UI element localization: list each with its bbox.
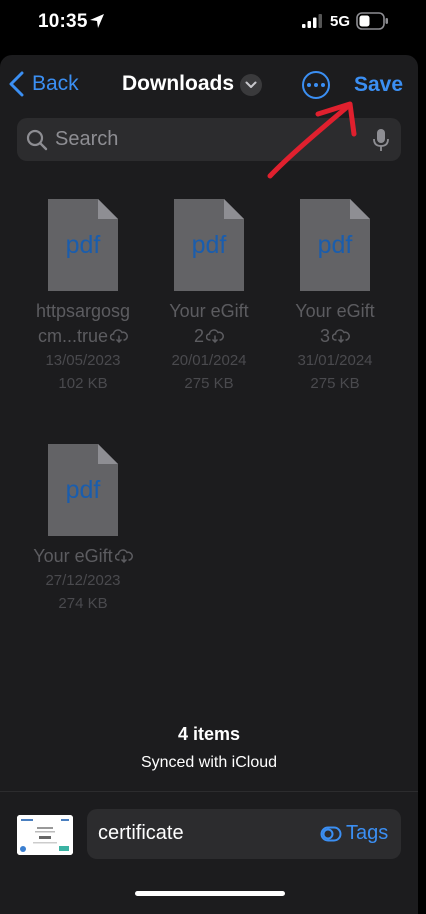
more-options-button[interactable]: [302, 71, 330, 99]
cellular-signal-icon: [302, 14, 322, 28]
file-name: httpsargosg cm...true: [35, 301, 131, 346]
icloud-download-icon: [114, 549, 133, 563]
file-date: 13/05/2023: [45, 352, 121, 369]
document-thumbnail: [17, 815, 73, 855]
file-name: Your eGift: [23, 544, 143, 569]
status-time: 10:35: [38, 11, 88, 32]
battery-icon: [356, 12, 388, 30]
file-size: 275 KB: [310, 375, 360, 392]
tags-button[interactable]: Tags: [320, 822, 388, 845]
network-type: 5G: [330, 13, 351, 30]
pdf-label: pdf: [317, 231, 353, 259]
pdf-label: pdf: [65, 231, 101, 259]
file-item[interactable]: pdf Your eGift 2 20/01/2024 275 KB: [149, 199, 269, 395]
folder-title[interactable]: Downloads: [122, 72, 234, 96]
filename-field[interactable]: Tags: [87, 809, 401, 859]
file-size: 274 KB: [58, 595, 108, 612]
folder-menu-button[interactable]: [240, 74, 262, 96]
chevron-left-icon: [9, 71, 24, 97]
file-date: 31/01/2024: [297, 352, 373, 369]
ellipsis-icon: [307, 83, 311, 87]
search-bar[interactable]: [17, 118, 401, 161]
pdf-file-icon: pdf: [300, 199, 370, 291]
tags-icon: [320, 826, 342, 841]
microphone-icon[interactable]: [372, 128, 390, 152]
background-edge: [418, 48, 426, 914]
tags-label: Tags: [346, 822, 389, 844]
icloud-download-icon: [110, 329, 128, 343]
file-item[interactable]: pdf Your eGift 3 31/01/2024 275 KB: [275, 199, 395, 395]
sync-status: Synced with iCloud: [140, 754, 278, 771]
file-date: 27/12/2023: [45, 572, 121, 589]
search-input[interactable]: [55, 128, 345, 151]
home-indicator[interactable]: [135, 891, 285, 896]
location-arrow-icon: [90, 14, 104, 28]
icloud-download-icon: [332, 329, 350, 343]
pdf-label: pdf: [65, 476, 101, 504]
file-item[interactable]: pdf Your eGift 27/12/2023 274 KB: [23, 444, 143, 615]
search-icon: [26, 129, 48, 150]
pdf-file-icon: pdf: [48, 444, 118, 536]
back-button-label: Back: [32, 72, 79, 95]
file-size: 102 KB: [58, 375, 108, 392]
save-button[interactable]: Save: [354, 73, 403, 97]
pdf-file-icon: pdf: [174, 199, 244, 291]
file-date: 20/01/2024: [171, 352, 247, 369]
status-bar: 10:35 5G: [0, 0, 426, 48]
filename-input[interactable]: [98, 822, 298, 845]
file-size: 275 KB: [184, 375, 234, 392]
save-sheet: Back Downloads Save Search pdf httpsargo…: [0, 55, 418, 914]
icloud-download-icon: [206, 329, 224, 343]
back-button[interactable]: Back: [8, 71, 79, 97]
pdf-file-icon: pdf: [48, 199, 118, 291]
file-name: Your eGift 3: [295, 301, 375, 346]
chevron-down-icon: [245, 81, 257, 88]
file-item[interactable]: pdf httpsargosg cm...true 13/05/2023 102…: [23, 199, 143, 395]
pdf-label: pdf: [191, 231, 227, 259]
item-count: 4 items: [177, 724, 241, 744]
file-name: Your eGift 2: [169, 301, 249, 346]
navigation-bar: Back Downloads Save: [0, 55, 418, 115]
